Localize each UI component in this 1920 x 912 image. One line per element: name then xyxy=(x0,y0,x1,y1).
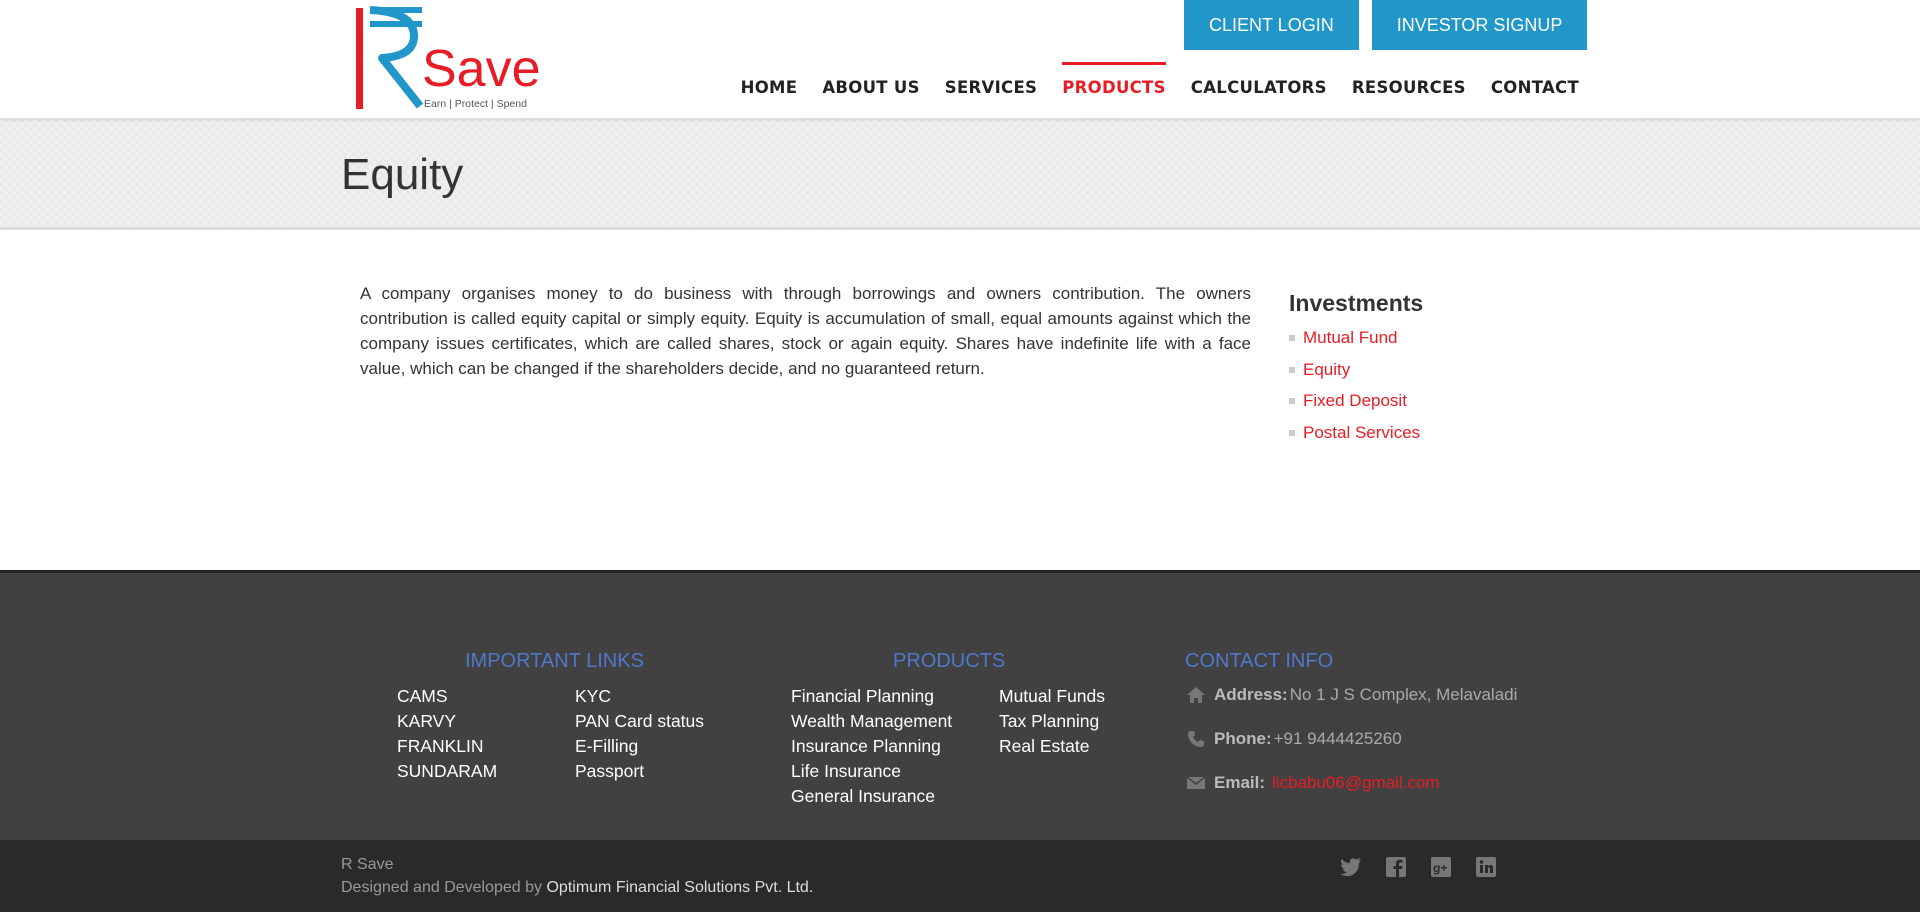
phone-label: Phone: xyxy=(1214,729,1272,748)
sidebar-list: Mutual Fund Equity Fixed Deposit Postal … xyxy=(1289,326,1589,452)
page-title: Equity xyxy=(341,150,464,199)
sidebar-item-equity[interactable]: Equity xyxy=(1289,358,1589,390)
contact-phone: Phone: +91 9444425260 xyxy=(1185,729,1402,749)
address-value: No 1 J S Complex, Melavaladi xyxy=(1289,685,1518,704)
main-nav: HOME ABOUT US SERVICES PRODUCTS CALCULAT… xyxy=(716,62,1579,104)
footer-link-e-filling[interactable]: E-Filling xyxy=(575,736,638,757)
google-plus-icon[interactable]: g+ xyxy=(1430,856,1452,878)
footer-link-real-estate[interactable]: Real Estate xyxy=(999,736,1089,757)
footer-link-tax-planning[interactable]: Tax Planning xyxy=(999,711,1099,732)
rsave-logo-graphic: Save Earn | Protect | Spend xyxy=(356,6,541,110)
nav-resources[interactable]: RESOURCES xyxy=(1352,62,1466,104)
footer-link-wealth-management[interactable]: Wealth Management xyxy=(791,711,952,732)
sidebar-item-postal-services[interactable]: Postal Services xyxy=(1289,421,1589,453)
phone-value: +91 9444425260 xyxy=(1273,729,1402,748)
footer-link-passport[interactable]: Passport xyxy=(575,761,644,782)
svg-text:g+: g+ xyxy=(1433,861,1447,875)
contact-address: Address: No 1 J S Complex, Melavaladi xyxy=(1185,685,1517,705)
client-login-button[interactable]: CLIENT LOGIN xyxy=(1184,0,1359,50)
designed-by-text: Designed and Developed by xyxy=(341,879,547,896)
credits: Designed and Developed by Optimum Financ… xyxy=(341,879,813,897)
bottom-bar: R Save Designed and Developed by Optimum… xyxy=(0,840,1920,912)
footer-link-financial-planning[interactable]: Financial Planning xyxy=(791,686,934,707)
nav-services[interactable]: SERVICES xyxy=(945,62,1037,104)
footer-link-cams[interactable]: CAMS xyxy=(397,686,448,707)
contact-info-title: CONTACT INFO xyxy=(1185,650,1334,672)
investments-sidebar: Investments Mutual Fund Equity Fixed Dep… xyxy=(1289,290,1589,452)
contact-email: Email: licbabu06@gmail.com xyxy=(1185,773,1440,793)
envelope-icon xyxy=(1185,773,1207,793)
site-footer: IMPORTANT LINKS CAMS KARVY FRANKLIN SUND… xyxy=(0,570,1920,840)
email-label: Email: xyxy=(1214,773,1266,792)
footer-link-mutual-funds[interactable]: Mutual Funds xyxy=(999,686,1105,707)
logo-text: Save xyxy=(422,40,541,98)
address-label: Address: xyxy=(1214,685,1288,704)
facebook-icon[interactable] xyxy=(1385,856,1407,878)
footer-link-sundaram[interactable]: SUNDARAM xyxy=(397,761,497,782)
footer-link-pan-card-status[interactable]: PAN Card status xyxy=(575,711,704,732)
sidebar-item-mutual-fund[interactable]: Mutual Fund xyxy=(1289,326,1589,358)
site-header: Save Earn | Protect | Spend CLIENT LOGIN… xyxy=(0,0,1920,119)
footer-link-karvy[interactable]: KARVY xyxy=(397,711,456,732)
social-links: g+ xyxy=(1340,856,1497,878)
footer-link-insurance-planning[interactable]: Insurance Planning xyxy=(791,736,941,757)
footer-link-life-insurance[interactable]: Life Insurance xyxy=(791,761,901,782)
home-icon xyxy=(1185,685,1207,705)
page-body-text: A company organises money to do business… xyxy=(360,284,1251,378)
sidebar-item-fixed-deposit[interactable]: Fixed Deposit xyxy=(1289,389,1589,421)
page-title-band: Equity xyxy=(0,119,1920,230)
nav-products[interactable]: PRODUCTS xyxy=(1062,62,1166,104)
twitter-icon[interactable] xyxy=(1340,856,1362,878)
nav-calculators[interactable]: CALCULATORS xyxy=(1191,62,1327,104)
developer-link[interactable]: Optimum Financial Solutions Pvt. Ltd. xyxy=(546,879,813,896)
footer-link-franklin[interactable]: FRANKLIN xyxy=(397,736,484,757)
footer-link-kyc[interactable]: KYC xyxy=(575,686,611,707)
site-logo[interactable]: Save Earn | Protect | Spend xyxy=(342,0,590,116)
footer-link-general-insurance[interactable]: General Insurance xyxy=(791,786,935,807)
important-links-title: IMPORTANT LINKS xyxy=(465,650,644,672)
phone-icon xyxy=(1185,729,1207,749)
nav-about-us[interactable]: ABOUT US xyxy=(822,62,919,104)
investor-signup-button[interactable]: INVESTOR SIGNUP xyxy=(1371,0,1588,50)
sidebar-title: Investments xyxy=(1289,290,1424,316)
nav-home[interactable]: HOME xyxy=(741,62,798,104)
linkedin-icon[interactable] xyxy=(1475,856,1497,878)
email-link[interactable]: licbabu06@gmail.com xyxy=(1272,773,1440,793)
products-title: PRODUCTS xyxy=(893,650,1006,672)
logo-tagline: Earn | Protect | Spend xyxy=(424,98,527,110)
nav-contact[interactable]: CONTACT xyxy=(1491,62,1579,104)
top-buttons: CLIENT LOGIN INVESTOR SIGNUP xyxy=(1184,0,1588,50)
site-name: R Save xyxy=(341,856,394,873)
